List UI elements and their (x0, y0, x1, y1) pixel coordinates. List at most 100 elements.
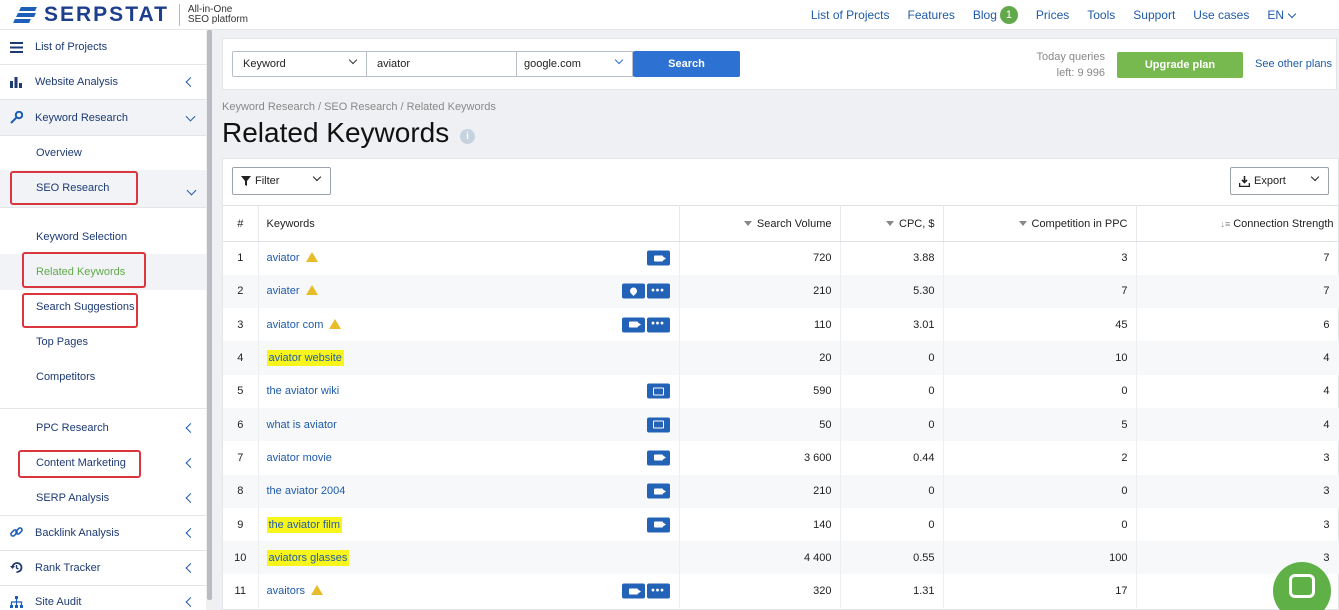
queries-left: Today queries left: 9 996 (1013, 49, 1106, 81)
bar-chart-icon (9, 75, 23, 89)
keyword-cell: avaitors ••• (258, 574, 680, 608)
sidebar-sub-competitors[interactable]: Competitors (36, 371, 95, 383)
serp-features: ••• (620, 583, 670, 599)
competition-cell: 0 (943, 507, 1137, 542)
competition-cell: 2 (943, 441, 1137, 475)
search-volume-cell: 20 (679, 341, 841, 375)
sidebar-sub-serp-analysis[interactable]: SERP Analysis (0, 480, 206, 515)
see-other-plans-link[interactable]: See other plans (1255, 58, 1332, 70)
upgrade-plan-button[interactable]: Upgrade plan (1117, 52, 1243, 78)
keyword-link[interactable]: aviator com (267, 319, 324, 331)
serp-feature-more-icon[interactable]: ••• (646, 583, 670, 599)
search-type-select[interactable]: Keyword (232, 51, 367, 77)
nav-support[interactable]: Support (1133, 8, 1175, 22)
serp-feature-image-icon[interactable] (646, 383, 670, 399)
sidebar-item-website-analysis[interactable]: Website Analysis (0, 65, 206, 99)
search-panel: Keyword aviator google.com Search Today … (222, 38, 1337, 90)
serp-feature-pin-icon[interactable] (621, 283, 645, 299)
keyword-link[interactable]: avaitors (267, 585, 306, 597)
keyword-link[interactable]: aviater (267, 285, 300, 297)
sidebar-sub-content-marketing[interactable]: Content Marketing (0, 445, 206, 480)
top-nav: List of Projects Features Blog 1 Prices T… (793, 0, 1297, 30)
search-input[interactable]: aviator (366, 51, 517, 77)
nav-tools[interactable]: Tools (1087, 8, 1115, 22)
keyword-link[interactable]: the aviator film (266, 516, 343, 533)
nav-blog[interactable]: Blog 1 (973, 6, 1018, 24)
keywords-table: # Keywords Search Volume CPC, $ Competit… (223, 205, 1339, 608)
history-icon (9, 561, 23, 575)
sidebar-scrollbar-thumb[interactable] (207, 30, 212, 600)
serp-feature-image-icon[interactable] (646, 417, 670, 433)
database-select[interactable]: google.com (516, 51, 633, 77)
serp-feature-video-icon[interactable] (621, 317, 645, 333)
serp-feature-video-icon[interactable] (621, 583, 645, 599)
sidebar-sub-seo-research[interactable]: SEO Research (36, 182, 109, 194)
sidebar-sub-keyword-selection[interactable]: Keyword Selection (36, 231, 127, 243)
competition-cell: 7 (943, 274, 1137, 309)
info-icon[interactable]: i (460, 129, 475, 144)
row-index: 10 (223, 541, 259, 575)
col-header-keywords[interactable]: Keywords (258, 205, 680, 242)
serp-feature-video-icon[interactable] (646, 250, 670, 266)
keyword-cell: the aviator 2004 (258, 474, 680, 508)
keyword-link[interactable]: aviator (267, 252, 300, 264)
export-button[interactable]: Export (1230, 167, 1329, 195)
search-volume-cell: 320 (679, 574, 841, 608)
serp-feature-more-icon[interactable]: ••• (646, 317, 670, 333)
keyword-link[interactable]: what is aviator (267, 419, 337, 431)
keyword-link[interactable]: the aviator wiki (267, 385, 340, 397)
logo-mark-icon (13, 5, 38, 25)
nav-list-of-projects[interactable]: List of Projects (811, 8, 890, 22)
search-volume-cell: 3 600 (679, 441, 841, 475)
serp-feature-video-icon[interactable] (646, 517, 670, 533)
nav-use-cases[interactable]: Use cases (1193, 8, 1249, 22)
sidebar-sub-overview[interactable]: Overview (36, 147, 82, 159)
serp-feature-video-icon[interactable] (646, 450, 670, 466)
col-header-cpc[interactable]: CPC, $ (840, 205, 944, 242)
search-type-value: Keyword (243, 58, 286, 70)
col-header-competition[interactable]: Competition in PPC (943, 205, 1137, 242)
filter-button[interactable]: Filter (232, 167, 331, 195)
sidebar-sub-ppc-research[interactable]: PPC Research (0, 410, 206, 445)
col-header-search-volume[interactable]: Search Volume (679, 205, 841, 242)
serpstat-logo[interactable]: SERPSTAT All-in-One SEO platform (13, 3, 248, 27)
sort-lines-icon: ↓≡ (1220, 218, 1231, 229)
col-header-connection-strength[interactable]: ↓≡ Connection Strength (1136, 205, 1339, 242)
keyword-cell: what is aviator (258, 407, 680, 442)
keyword-cell: aviator com ••• (258, 308, 680, 342)
table-header-row: # Keywords Search Volume CPC, $ Competit… (223, 205, 1339, 242)
sidebar-item-backlink-analysis[interactable]: Backlink Analysis (0, 515, 206, 550)
sidebar-item-list-of-projects[interactable]: List of Projects (0, 30, 206, 64)
sidebar-sub-search-suggestions[interactable]: Search Suggestions (36, 301, 134, 313)
chevron-down-icon (1310, 172, 1320, 182)
sidebar-item-keyword-research[interactable]: Keyword Research (0, 100, 206, 135)
sidebar-sub-related-keywords[interactable]: Related Keywords (36, 266, 125, 278)
keyword-link[interactable]: aviator website (266, 350, 344, 367)
menu-icon (9, 40, 23, 54)
queries-count: left: 9 996 (1056, 67, 1105, 79)
serp-features (645, 517, 670, 533)
serp-features (645, 383, 670, 399)
sidebar-item-label: Backlink Analysis (35, 526, 120, 539)
search-button[interactable]: Search (633, 51, 740, 77)
chevron-left-icon (185, 422, 196, 433)
competition-cell: 17 (943, 574, 1137, 608)
serp-feature-more-icon[interactable]: ••• (646, 283, 670, 299)
serp-feature-video-icon[interactable] (646, 483, 670, 499)
nav-features[interactable]: Features (908, 8, 955, 22)
sidebar-item-rank-tracker[interactable]: Rank Tracker (0, 550, 206, 585)
search-volume-cell: 210 (679, 274, 841, 309)
connection-strength-cell: 4 (1136, 341, 1339, 375)
language-select[interactable]: EN (1267, 8, 1297, 22)
keyword-link[interactable]: the aviator 2004 (267, 485, 346, 497)
nav-prices[interactable]: Prices (1036, 8, 1069, 22)
sidebar-item-site-audit[interactable]: Site Audit (0, 587, 206, 610)
keyword-link[interactable]: aviator movie (267, 452, 332, 464)
sidebar-sub-top-pages[interactable]: Top Pages (36, 336, 88, 348)
chevron-left-icon (185, 562, 196, 573)
table-row: 5 the aviator wiki 590 0 0 4 (223, 374, 1339, 408)
connection-strength-cell: 6 (1136, 308, 1339, 342)
table-row: 2 aviater ••• 210 5.30 7 7 (223, 274, 1339, 309)
keyword-link[interactable]: aviators glasses (266, 549, 350, 566)
connection-strength-cell: 7 (1136, 274, 1339, 309)
